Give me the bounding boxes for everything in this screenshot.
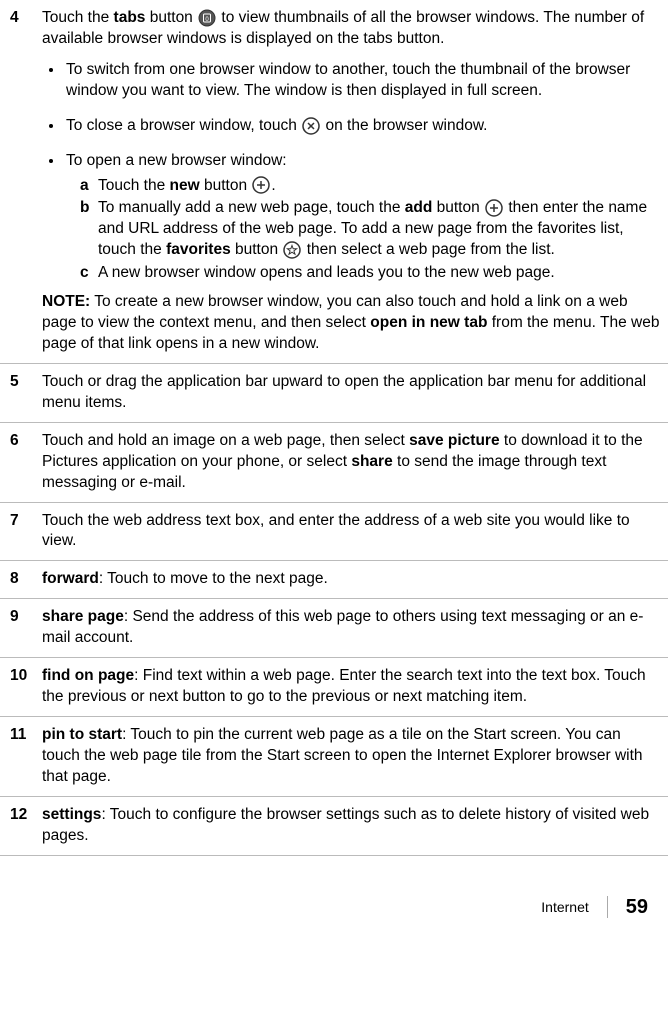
step-content: forward: Touch to move to the next page. [36, 561, 668, 599]
text: : Touch to move to the next page. [99, 570, 328, 587]
text: Touch and hold an image on a web page, t… [42, 432, 409, 449]
bold-text: share page [42, 608, 124, 625]
text: button [432, 199, 484, 216]
bold-text: tabs [114, 9, 146, 26]
text: : Send the address of this web page to o… [42, 608, 643, 646]
text: : Touch to pin the current web page as a… [42, 726, 643, 785]
bold-text: new [170, 177, 200, 194]
text: To manually add a new web page, touch th… [98, 199, 405, 216]
substep-letter: b [80, 198, 96, 261]
step-paragraph: Touch the tabs button 0 to view thumbnai… [42, 8, 662, 50]
bullet-list: To switch from one browser window to ano… [42, 60, 662, 284]
text: To open a new browser window: [66, 152, 287, 169]
steps-table: 4 Touch the tabs button 0 to view thumbn… [0, 0, 668, 856]
bold-text: forward [42, 570, 99, 587]
bullet-item: To switch from one browser window to ano… [64, 60, 662, 102]
text: button [145, 9, 197, 26]
step-number: 10 [0, 658, 36, 717]
step-row-6: 6 Touch and hold an image on a web page,… [0, 422, 668, 502]
text: . [271, 177, 275, 194]
text: on the browser window. [321, 117, 487, 134]
step-number: 5 [0, 363, 36, 422]
step-row-8: 8 forward: Touch to move to the next pag… [0, 561, 668, 599]
substep-b: b To manually add a new web page, touch … [80, 198, 662, 261]
page-footer: Internet 59 [0, 856, 668, 941]
text: button [231, 241, 283, 258]
step-row-11: 11 pin to start: Touch to pin the curren… [0, 716, 668, 796]
bullet-item: To close a browser window, touch on the … [64, 116, 662, 137]
step-content: Touch the tabs button 0 to view thumbnai… [36, 0, 668, 363]
substep-text: A new browser window opens and leads you… [98, 263, 555, 284]
step-row-7: 7 Touch the web address text box, and en… [0, 502, 668, 561]
bold-text: find on page [42, 667, 134, 684]
step-content: find on page: Find text within a web pag… [36, 658, 668, 717]
page-number: 59 [626, 894, 648, 921]
step-content: Touch or drag the application bar upward… [36, 363, 668, 422]
text: To switch from one browser window to ano… [66, 61, 630, 99]
close-icon [302, 117, 320, 135]
footer-divider [607, 896, 608, 918]
step-row-9: 9 share page: Send the address of this w… [0, 599, 668, 658]
plus-icon [485, 199, 503, 217]
step-row-12: 12 settings: Touch to configure the brow… [0, 796, 668, 855]
plus-icon [252, 176, 270, 194]
text: To close a browser window, touch [66, 117, 301, 134]
step-number: 4 [0, 0, 36, 363]
tabs-icon: 0 [198, 9, 216, 27]
step-number: 12 [0, 796, 36, 855]
step-number: 6 [0, 422, 36, 502]
substep-a: a Touch the new button . [80, 176, 662, 197]
step-number: 7 [0, 502, 36, 561]
step-row-5: 5 Touch or drag the application bar upwa… [0, 363, 668, 422]
bold-text: favorites [166, 241, 231, 258]
text: : Touch to configure the browser setting… [42, 806, 649, 844]
substep-text: Touch the new button . [98, 176, 276, 197]
step-row-10: 10 find on page: Find text within a web … [0, 658, 668, 717]
bold-text: settings [42, 806, 101, 823]
favorites-icon [283, 241, 301, 259]
text: then select a web page from the list. [302, 241, 554, 258]
text: Touch the [98, 177, 170, 194]
text: Touch the [42, 9, 114, 26]
substep-text: To manually add a new web page, touch th… [98, 198, 662, 261]
text: button [200, 177, 252, 194]
substep-letter: c [80, 263, 96, 284]
document-page: 4 Touch the tabs button 0 to view thumbn… [0, 0, 668, 941]
substeps: a Touch the new button . b To manually a… [80, 176, 662, 285]
step-number: 11 [0, 716, 36, 796]
bold-text: add [405, 199, 433, 216]
footer-section: Internet [541, 898, 588, 917]
step-row-4: 4 Touch the tabs button 0 to view thumbn… [0, 0, 668, 363]
note-label: NOTE: [42, 293, 90, 310]
note: NOTE: To create a new browser window, yo… [42, 292, 662, 355]
step-content: share page: Send the address of this web… [36, 599, 668, 658]
step-number: 9 [0, 599, 36, 658]
substep-letter: a [80, 176, 96, 197]
substep-c: c A new browser window opens and leads y… [80, 263, 662, 284]
step-content: settings: Touch to configure the browser… [36, 796, 668, 855]
step-content: Touch and hold an image on a web page, t… [36, 422, 668, 502]
bold-text: save picture [409, 432, 499, 449]
bold-text: open in new tab [370, 314, 487, 331]
step-number: 8 [0, 561, 36, 599]
bold-text: share [351, 453, 392, 470]
step-content: Touch the web address text box, and ente… [36, 502, 668, 561]
bold-text: pin to start [42, 726, 122, 743]
step-content: pin to start: Touch to pin the current w… [36, 716, 668, 796]
bullet-item: To open a new browser window: a Touch th… [64, 151, 662, 285]
